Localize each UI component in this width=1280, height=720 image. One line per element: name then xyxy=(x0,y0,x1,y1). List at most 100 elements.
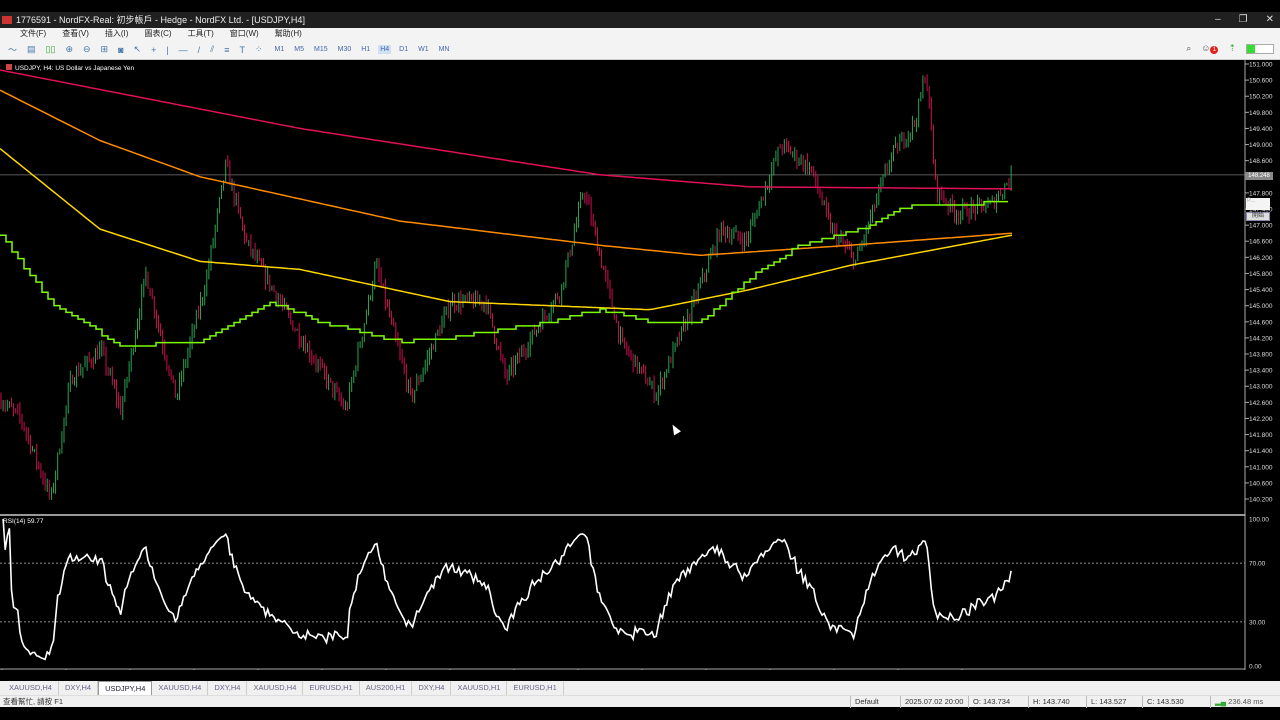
price-tick-label: 149.800 xyxy=(1249,110,1273,117)
current-price-tag: 148.248 xyxy=(1245,172,1273,180)
chart-tab[interactable]: XAUUSD,H1 xyxy=(451,681,508,695)
status-open: O: 143.734 xyxy=(968,696,1010,708)
menu-item[interactable]: 查看(V) xyxy=(62,28,89,40)
channel-icon[interactable]: ⫽ xyxy=(210,44,214,55)
price-tick-label: 146.200 xyxy=(1249,255,1273,262)
trendline-icon[interactable]: / xyxy=(198,45,201,55)
zoom-in-icon[interactable]: ⊕ xyxy=(65,44,73,55)
price-tick-label: 143.000 xyxy=(1249,384,1273,391)
menu-item[interactable]: 幫助(H) xyxy=(275,28,302,40)
chart-tab[interactable]: EURUSD,H1 xyxy=(507,681,564,695)
menu-item[interactable]: 窗口(W) xyxy=(230,28,259,40)
price-tick-label: 145.800 xyxy=(1249,271,1273,278)
chart-background xyxy=(0,60,1245,670)
price-tick-label: 149.400 xyxy=(1249,126,1273,133)
price-tick-label: 149.000 xyxy=(1249,142,1273,149)
timeframe-m15[interactable]: M15 xyxy=(312,45,330,54)
status-datetime: 2025.07.02 20:00 xyxy=(900,696,963,708)
timeframe-m1[interactable]: M1 xyxy=(273,45,287,54)
chart-tab[interactable]: DXY,H4 xyxy=(59,681,99,695)
menu-item[interactable]: 圖表(C) xyxy=(144,28,171,40)
price-tick-label: 142.200 xyxy=(1249,416,1273,423)
text-icon[interactable]: T xyxy=(239,45,245,55)
status-help: 查看幫忙, 請按 F1 xyxy=(3,697,64,706)
grid-icon[interactable]: ⊞ xyxy=(101,44,109,55)
signal-bars-icon: ▂▄ xyxy=(1215,697,1229,706)
timeframe-m30[interactable]: M30 xyxy=(336,45,354,54)
chart-symbol-label: USDJPY, H4: US Dollar vs Japanese Yen xyxy=(6,64,134,72)
status-bar: 查看幫忙, 請按 F1 Default 2025.07.02 20:00 O: … xyxy=(0,695,1280,708)
toolbar: 〜 ▤ ▯▯ ⊕ ⊖ ⊞ ◙ ↖ + | — / ⫽ ≡ T ⁘ M1 M5 M15 M30 H1 H4 D1 W1 MN ⌕… xyxy=(0,40,1280,60)
rsi-tick-label: 100.00 xyxy=(1249,517,1269,524)
menu-item[interactable]: 插入(I) xyxy=(105,28,129,40)
chart-tab[interactable]: XAUUSD,H4 xyxy=(3,681,59,695)
price-tick-label: 140.200 xyxy=(1249,497,1273,504)
price-tick-label: 143.800 xyxy=(1249,352,1273,359)
price-tick-label: 143.400 xyxy=(1249,368,1273,375)
search-icon[interactable]: ⌕ xyxy=(1186,43,1191,54)
timeframe-h1[interactable]: H1 xyxy=(359,45,372,54)
title-bar: 1776591 - NordFX-Real: 初步帳戶 - Hedge - No… xyxy=(0,12,1280,28)
status-ping: ▂▄ 236.48 ms xyxy=(1210,696,1263,708)
price-tick-label: 141.000 xyxy=(1249,464,1273,471)
timeframe-d1[interactable]: D1 xyxy=(397,45,410,54)
price-tick-label: 148.600 xyxy=(1249,158,1273,165)
chart-tab[interactable]: EURUSD,H1 xyxy=(303,681,360,695)
chart-tabs: XAUUSD,H4 DXY,H4 USDJPY,H4 XAUUSD,H4 DXY,H4 X… xyxy=(0,681,1280,695)
price-tick-label: 147.800 xyxy=(1249,190,1273,197)
timeframe-w1[interactable]: W1 xyxy=(416,45,431,54)
vertical-line-icon[interactable]: | xyxy=(166,45,168,55)
zoom-out-icon[interactable]: ⊖ xyxy=(83,44,91,55)
status-close: C: 143.530 xyxy=(1142,696,1184,708)
maximize-button[interactable]: ❐ xyxy=(1239,12,1248,28)
price-tick-label: 151.000 xyxy=(1249,62,1273,69)
shapes-icon[interactable]: ⁘ xyxy=(255,44,263,55)
minimize-button[interactable]: – xyxy=(1215,12,1221,28)
price-tick-label: 144.600 xyxy=(1249,319,1273,326)
menu-item[interactable]: 工具(T) xyxy=(188,28,214,40)
price-tick-label: 142.600 xyxy=(1249,400,1273,407)
price-tick-label: 145.000 xyxy=(1249,303,1273,310)
chart-tab[interactable]: XAUUSD,H4 xyxy=(247,681,304,695)
price-tick-label: 150.600 xyxy=(1249,78,1273,85)
chart-tab[interactable]: DXY,H4 xyxy=(208,681,248,695)
cursor-icon[interactable]: ↖ xyxy=(134,44,142,55)
chart-tab[interactable]: DXY,H4 xyxy=(412,681,452,695)
horizontal-line-icon[interactable]: — xyxy=(179,45,188,55)
timeframe-h4[interactable]: H4 xyxy=(378,45,392,54)
notifications-icon[interactable]: ☺ 1 xyxy=(1201,43,1219,54)
rsi-label: RSI(14) 59.77 xyxy=(3,518,44,525)
window-title: 1776591 - NordFX-Real: 初步帳戶 - Hedge - No… xyxy=(16,15,305,25)
screenshot-icon[interactable]: ◙ xyxy=(118,45,123,55)
price-chart[interactable]: 151.000 150.600 150.200 149.800 149.400 149.0… xyxy=(0,60,1280,670)
p-box[interactable]: P... xyxy=(1246,198,1270,210)
price-tick-label: 140.600 xyxy=(1249,480,1273,487)
price-tick-label: 144.200 xyxy=(1249,335,1273,342)
chart-tab[interactable]: XAUUSD,H4 xyxy=(152,681,209,695)
crosshair-icon[interactable]: + xyxy=(151,45,156,55)
line-chart-icon[interactable]: 〜 xyxy=(8,43,17,56)
timeframe-mn[interactable]: MN xyxy=(437,45,452,54)
status-high: H: 143.740 xyxy=(1028,696,1070,708)
chart-tab[interactable]: AUS200,H1 xyxy=(360,681,413,695)
fibonacci-icon[interactable]: ≡ xyxy=(224,45,229,55)
signal-icon: ⇡ xyxy=(1228,43,1236,53)
chart-tab[interactable]: USDJPY,H4 xyxy=(98,681,153,695)
status-low: L: 143.527 xyxy=(1086,696,1126,708)
notification-badge: 1 xyxy=(1210,46,1219,54)
new-order-icon[interactable]: ▤ xyxy=(27,44,36,55)
candles-icon[interactable]: ▯▯ xyxy=(46,44,56,55)
price-tick-label: 147.000 xyxy=(1249,223,1273,230)
price-tick-label: 150.200 xyxy=(1249,94,1273,101)
rsi-tick-label: 0.00 xyxy=(1249,664,1262,671)
close-button[interactable]: ✕ xyxy=(1266,12,1274,28)
price-tick-label: 146.600 xyxy=(1249,239,1273,246)
timeframe-m5[interactable]: M5 xyxy=(292,45,306,54)
menu-item[interactable]: 文件(F) xyxy=(20,28,46,40)
menu-bar: 文件(F) 查看(V) 插入(I) 圖表(C) 工具(T) 窗口(W) 幫助(H) xyxy=(0,28,1280,40)
rsi-tick-label: 30.00 xyxy=(1249,619,1266,626)
app-icon xyxy=(2,16,12,24)
rsi-tick-label: 70.00 xyxy=(1249,561,1266,568)
open-button[interactable]: 開始 xyxy=(1246,212,1270,221)
chart-icon xyxy=(6,64,12,70)
